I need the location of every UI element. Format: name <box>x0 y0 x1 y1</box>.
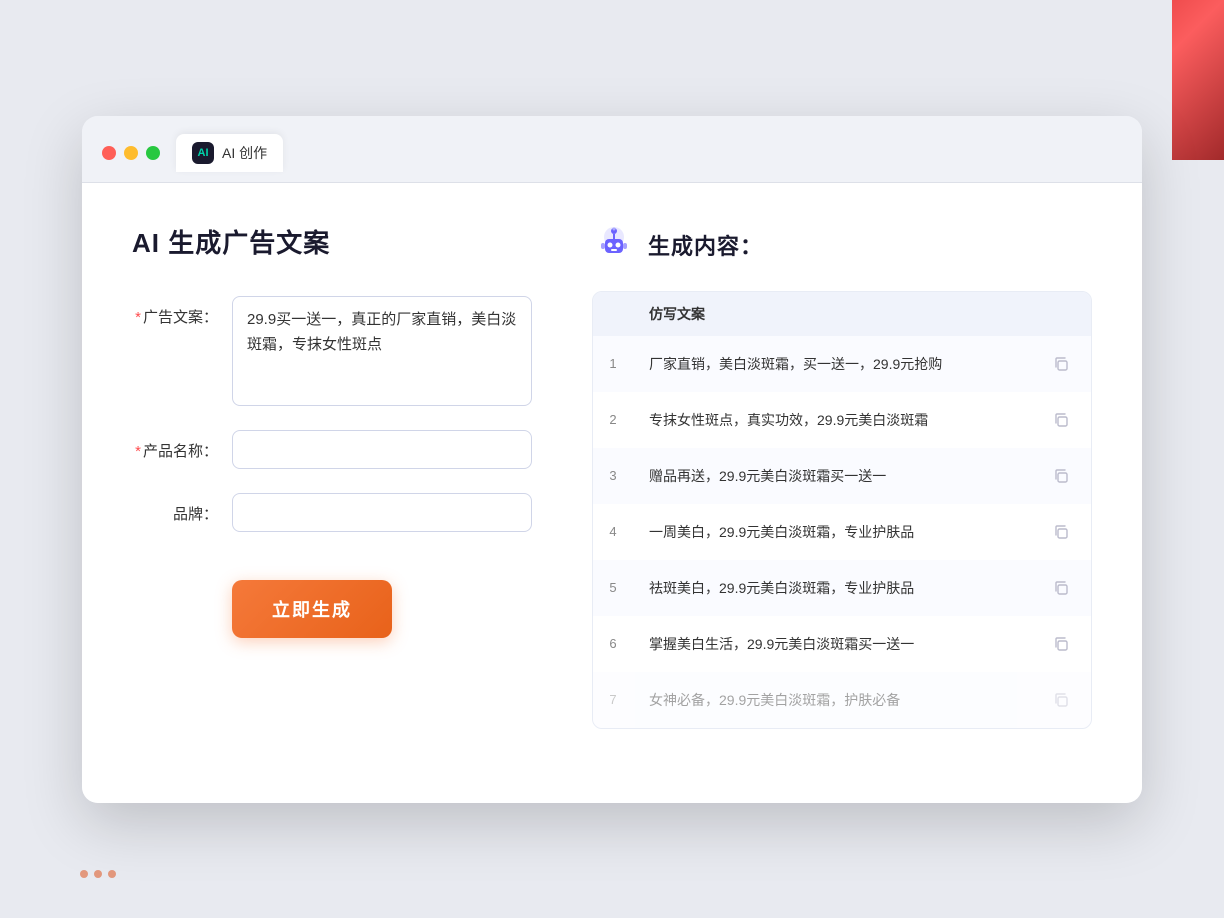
result-number: 6 <box>593 616 633 672</box>
brand-row: 品牌： 好白 <box>132 493 532 532</box>
close-button[interactable] <box>102 146 116 160</box>
table-row: 2 专抹女性斑点，真实功效，29.9元美白淡斑霜 <box>593 392 1091 448</box>
bottom-decoration <box>80 870 116 878</box>
brand-input[interactable]: 好白 <box>232 493 532 532</box>
maximize-button[interactable] <box>146 146 160 160</box>
result-text: 一周美白，29.9元美白淡斑霜，专业护肤品 <box>649 522 914 542</box>
table-row: 1 厂家直销，美白淡斑霜，买一送一，29.9元抢购 <box>593 336 1091 392</box>
result-row-content: 一周美白，29.9元美白淡斑霜，专业护肤品 <box>649 518 1075 546</box>
minimize-button[interactable] <box>124 146 138 160</box>
right-panel: 生成内容： 仿写文案 1 厂家直销，美白淡斑霜，买一送一，29.9元抢购 2 专抹女… <box>592 223 1092 763</box>
right-header: 生成内容： <box>592 223 1092 267</box>
result-content-cell: 赠品再送，29.9元美白淡斑霜买一送一 <box>633 448 1091 504</box>
table-header-num <box>593 292 633 336</box>
result-text: 厂家直销，美白淡斑霜，买一送一，29.9元抢购 <box>649 354 942 374</box>
result-row-content: 祛斑美白，29.9元美白淡斑霜，专业护肤品 <box>649 574 1075 602</box>
result-content-cell: 一周美白，29.9元美白淡斑霜，专业护肤品 <box>633 504 1091 560</box>
result-row-content: 厂家直销，美白淡斑霜，买一送一，29.9元抢购 <box>649 350 1075 378</box>
browser-tab[interactable]: AI AI 创作 <box>176 134 283 172</box>
result-number: 3 <box>593 448 633 504</box>
copy-button[interactable] <box>1047 350 1075 378</box>
traffic-lights <box>102 146 160 160</box>
result-row-content: 赠品再送，29.9元美白淡斑霜买一送一 <box>649 462 1075 490</box>
result-text: 女神必备，29.9元美白淡斑霜，护肤必备 <box>649 690 900 710</box>
result-number: 2 <box>593 392 633 448</box>
result-content-cell: 女神必备，29.9元美白淡斑霜，护肤必备 <box>633 672 1091 728</box>
browser-window: AI AI 创作 AI 生成广告文案 *广告文案： 29.9买一送一，真正的厂家… <box>82 116 1142 803</box>
right-panel-title: 生成内容： <box>648 229 763 261</box>
ai-icon-text: AI <box>198 147 209 159</box>
required-star-1: * <box>135 309 141 326</box>
ad-copy-row: *广告文案： 29.9买一送一，真正的厂家直销，美白淡斑霜，专抹女性斑点 <box>132 296 532 406</box>
copy-button[interactable] <box>1047 462 1075 490</box>
robot-icon <box>592 223 636 267</box>
product-name-label: *产品名称： <box>132 430 232 461</box>
ai-tab-icon: AI <box>192 142 214 164</box>
ad-copy-label-text: 广告文案： <box>143 309 218 326</box>
result-number: 1 <box>593 336 633 392</box>
table-row: 5 祛斑美白，29.9元美白淡斑霜，专业护肤品 <box>593 560 1091 616</box>
result-content-cell: 掌握美白生活，29.9元美白淡斑霜买一送一 <box>633 616 1091 672</box>
result-content-cell: 祛斑美白，29.9元美白淡斑霜，专业护肤品 <box>633 560 1091 616</box>
result-text: 赠品再送，29.9元美白淡斑霜买一送一 <box>649 466 886 486</box>
product-name-label-text: 产品名称： <box>143 443 218 460</box>
results-table: 仿写文案 1 厂家直销，美白淡斑霜，买一送一，29.9元抢购 2 专抹女性斑点，真实… <box>592 291 1092 729</box>
result-row-content: 女神必备，29.9元美白淡斑霜，护肤必备 <box>649 686 1075 714</box>
result-content-cell: 厂家直销，美白淡斑霜，买一送一，29.9元抢购 <box>633 336 1091 392</box>
result-text: 祛斑美白，29.9元美白淡斑霜，专业护肤品 <box>649 578 914 598</box>
brand-label: 品牌： <box>132 493 232 524</box>
result-text: 专抹女性斑点，真实功效，29.9元美白淡斑霜 <box>649 410 928 430</box>
table-row: 4 一周美白，29.9元美白淡斑霜，专业护肤品 <box>593 504 1091 560</box>
result-content-cell: 专抹女性斑点，真实功效，29.9元美白淡斑霜 <box>633 392 1091 448</box>
browser-titlebar: AI AI 创作 <box>82 116 1142 183</box>
table-header-content: 仿写文案 <box>633 292 1091 336</box>
copy-button[interactable] <box>1047 574 1075 602</box>
required-star-2: * <box>135 443 141 460</box>
left-panel: AI 生成广告文案 *广告文案： 29.9买一送一，真正的厂家直销，美白淡斑霜，… <box>132 223 532 763</box>
ad-copy-input[interactable]: 29.9买一送一，真正的厂家直销，美白淡斑霜，专抹女性斑点 <box>232 296 532 406</box>
generate-button[interactable]: 立即生成 <box>232 580 392 638</box>
table-row: 7 女神必备，29.9元美白淡斑霜，护肤必备 <box>593 672 1091 728</box>
page-title: AI 生成广告文案 <box>132 223 532 260</box>
ad-copy-label: *广告文案： <box>132 296 232 327</box>
copy-button[interactable] <box>1047 406 1075 434</box>
result-text: 掌握美白生活，29.9元美白淡斑霜买一送一 <box>649 634 914 654</box>
result-row-content: 掌握美白生活，29.9元美白淡斑霜买一送一 <box>649 630 1075 658</box>
copy-button[interactable] <box>1047 630 1075 658</box>
browser-content: AI 生成广告文案 *广告文案： 29.9买一送一，真正的厂家直销，美白淡斑霜，… <box>82 183 1142 803</box>
product-name-row: *产品名称： 美白淡斑霜 <box>132 430 532 469</box>
product-name-input[interactable]: 美白淡斑霜 <box>232 430 532 469</box>
table-row: 3 赠品再送，29.9元美白淡斑霜买一送一 <box>593 448 1091 504</box>
result-number: 4 <box>593 504 633 560</box>
result-row-content: 专抹女性斑点，真实功效，29.9元美白淡斑霜 <box>649 406 1075 434</box>
tab-label: AI 创作 <box>222 143 267 163</box>
copy-button[interactable] <box>1047 686 1075 714</box>
result-number: 7 <box>593 672 633 728</box>
result-number: 5 <box>593 560 633 616</box>
table-row: 6 掌握美白生活，29.9元美白淡斑霜买一送一 <box>593 616 1091 672</box>
copy-button[interactable] <box>1047 518 1075 546</box>
